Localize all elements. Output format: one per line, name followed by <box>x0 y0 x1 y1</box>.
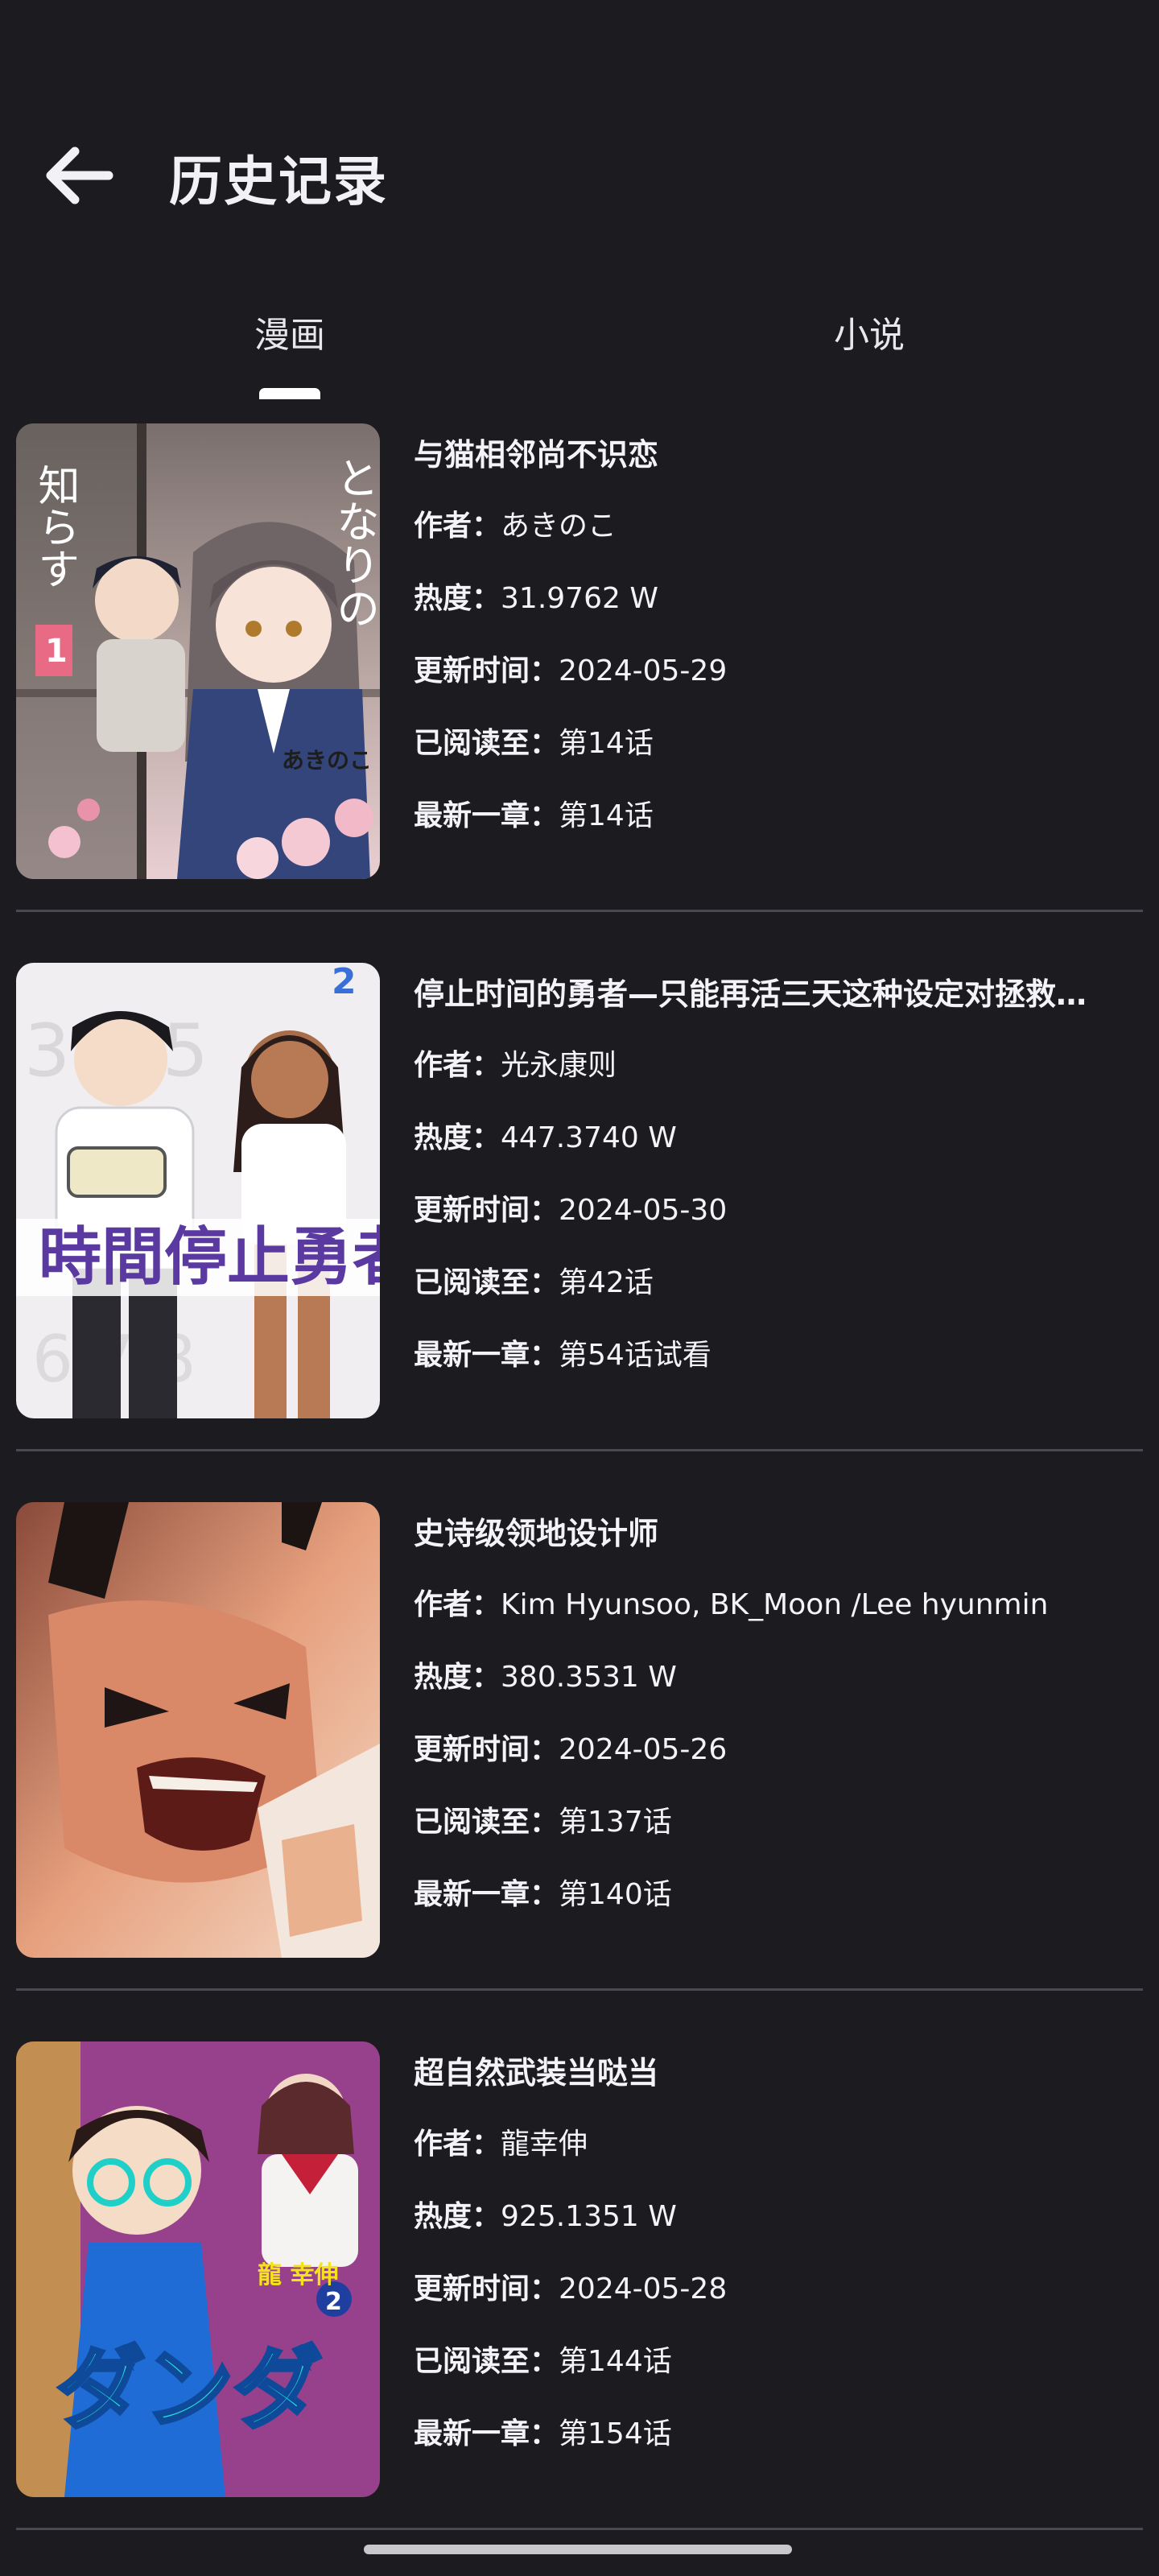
comic-cover: ダンダ 2 龍 幸伸 <box>16 2041 380 2497</box>
comic-cover: 3 4 5 6 7 8 <box>16 963 380 1418</box>
latest-label: 最新一章： <box>414 2417 559 2450</box>
svg-text:龍 幸伸: 龍 幸伸 <box>258 2261 338 2289</box>
heat-value: 925.1351 W <box>501 2200 677 2233</box>
latest-row: 最新一章：第140话 <box>414 1871 1122 1913</box>
author-value: 龍幸伸 <box>501 2128 588 2161</box>
divider <box>16 1449 1143 1451</box>
svg-text:となりの: となりの <box>329 456 380 630</box>
read-to-value: 第42话 <box>559 1266 654 1299</box>
author-row: 作者：Kim Hyunsoo, BK_Moon /Lee hyunmin <box>414 1581 1122 1623</box>
latest-label: 最新一章： <box>414 1339 559 1372</box>
updated-label: 更新时间： <box>414 1733 559 1766</box>
divider <box>16 910 1143 912</box>
list-item[interactable]: 史诗级领地设计师 作者：Kim Hyunsoo, BK_Moon /Lee hy… <box>0 1481 1159 2021</box>
read-to-label: 已阅读至： <box>414 1266 559 1299</box>
comic-cover <box>16 1502 380 1958</box>
updated-value: 2024-05-26 <box>559 1733 728 1766</box>
heat-row: 热度：31.9762 W <box>414 575 1122 617</box>
comic-cover: となりの 知らす 1 あきのこ <box>16 423 380 879</box>
read-to-row: 已阅读至：第137话 <box>414 1798 1122 1840</box>
comic-title: 超自然武装当哒当 <box>414 2055 659 2091</box>
author-value: Kim Hyunsoo, BK_Moon /Lee hyunmin <box>501 1588 1049 1621</box>
comic-title: 与猫相邻尚不识恋 <box>414 437 659 473</box>
updated-value: 2024-05-30 <box>559 1194 728 1227</box>
updated-row: 更新时间：2024-05-26 <box>414 1726 1122 1768</box>
read-to-value: 第137话 <box>559 1806 672 1839</box>
heat-label: 热度： <box>414 1661 501 1694</box>
latest-label: 最新一章： <box>414 799 559 832</box>
heat-label: 热度： <box>414 2200 501 2233</box>
back-button[interactable] <box>34 135 122 216</box>
heat-label: 热度： <box>414 582 501 615</box>
updated-value: 2024-05-28 <box>559 2273 728 2306</box>
latest-row: 最新一章：第54话试看 <box>414 1331 1122 1373</box>
tab-bar: 漫画 小说 <box>0 290 1159 402</box>
updated-row: 更新时间：2024-05-29 <box>414 647 1122 689</box>
list-item[interactable]: となりの 知らす 1 あきのこ 与猫相邻尚不识恋 作者：あきのこ 热度：31.9… <box>0 402 1159 942</box>
svg-text:1: 1 <box>45 633 68 670</box>
svg-text:あきのこ: あきのこ <box>282 747 372 774</box>
comic-title: 史诗级领地设计师 <box>414 1516 659 1551</box>
svg-text:時間停止勇者: 時間停止勇者 <box>39 1220 380 1294</box>
latest-value: 第14话 <box>559 799 654 832</box>
read-to-label: 已阅读至： <box>414 2345 559 2378</box>
tab-novels[interactable]: 小说 <box>580 290 1159 402</box>
read-to-row: 已阅读至：第144话 <box>414 2338 1122 2380</box>
latest-value: 第54话试看 <box>559 1339 711 1372</box>
updated-label: 更新时间： <box>414 654 559 687</box>
author-value: あきのこ <box>501 510 617 543</box>
read-to-label: 已阅读至： <box>414 1806 559 1839</box>
latest-row: 最新一章：第14话 <box>414 792 1122 834</box>
tab-comics-label: 漫画 <box>254 315 325 356</box>
arrow-left-icon <box>46 147 113 204</box>
read-to-row: 已阅读至：第42话 <box>414 1259 1122 1301</box>
svg-text:ダンダ: ダンダ <box>56 2338 322 2441</box>
history-screen: 历史记录 漫画 小说 となりの 知らす 1 あきのこ 与猫相邻尚不识恋 作者：あ… <box>0 0 1159 2576</box>
author-row: 作者：あきのこ <box>414 502 1122 544</box>
author-row: 作者：龍幸伸 <box>414 2120 1122 2162</box>
updated-label: 更新时间： <box>414 2273 559 2306</box>
divider <box>16 1988 1143 1991</box>
updated-row: 更新时间：2024-05-30 <box>414 1187 1122 1228</box>
heat-value: 380.3531 W <box>501 1661 677 1694</box>
author-label: 作者： <box>414 1049 501 1082</box>
latest-row: 最新一章：第154话 <box>414 2410 1122 2452</box>
read-to-value: 第14话 <box>559 727 654 760</box>
author-label: 作者： <box>414 1588 501 1621</box>
updated-value: 2024-05-29 <box>559 654 728 687</box>
author-row: 作者：光永康则 <box>414 1042 1122 1084</box>
updated-row: 更新时间：2024-05-28 <box>414 2265 1122 2307</box>
heat-row: 热度：447.3740 W <box>414 1114 1122 1156</box>
svg-text:知らす: 知らす <box>31 464 79 589</box>
list-item[interactable]: ダンダ 2 龍 幸伸 超自然武装当哒当 作者：龍幸伸 热度：925.1351 W… <box>0 2021 1159 2560</box>
tab-novels-label: 小说 <box>834 315 905 356</box>
page-title: 历史记录 <box>169 151 388 213</box>
read-to-value: 第144话 <box>559 2345 672 2378</box>
author-label: 作者： <box>414 2128 501 2161</box>
author-value: 光永康则 <box>501 1049 617 1082</box>
read-to-label: 已阅读至： <box>414 727 559 760</box>
latest-label: 最新一章： <box>414 1878 559 1911</box>
latest-value: 第154话 <box>559 2417 672 2450</box>
latest-value: 第140话 <box>559 1878 672 1911</box>
gesture-home-bar[interactable] <box>364 2545 792 2554</box>
heat-label: 热度： <box>414 1121 501 1154</box>
divider <box>16 2528 1143 2530</box>
read-to-row: 已阅读至：第14话 <box>414 720 1122 762</box>
updated-label: 更新时间： <box>414 1194 559 1227</box>
heat-value: 31.9762 W <box>501 582 658 615</box>
heat-row: 热度：925.1351 W <box>414 2193 1122 2235</box>
top-app-bar: 历史记录 <box>0 97 1159 250</box>
tab-comics[interactable]: 漫画 <box>0 290 580 402</box>
heat-row: 热度：380.3531 W <box>414 1653 1122 1695</box>
svg-text:2: 2 <box>332 963 357 1002</box>
svg-text:2: 2 <box>325 2288 342 2316</box>
author-label: 作者： <box>414 510 501 543</box>
comic-title: 停止时间的勇者—只能再活三天这种设定对拯救… <box>414 976 1087 1012</box>
heat-value: 447.3740 W <box>501 1121 677 1154</box>
tab-selected-indicator <box>259 388 320 399</box>
list-item[interactable]: 3 4 5 6 7 8 <box>0 942 1159 1481</box>
